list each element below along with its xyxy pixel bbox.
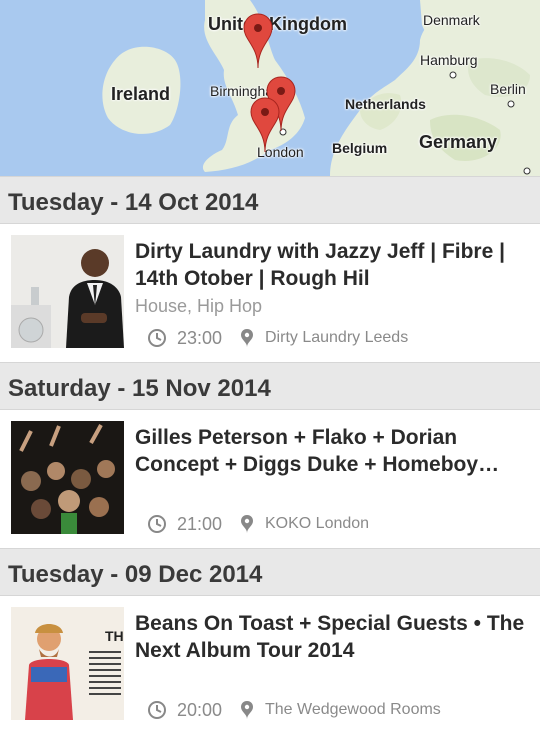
events-map[interactable]: United Kingdom Ireland Denmark Hamburg B… bbox=[0, 0, 540, 176]
event-venue[interactable]: Dirty Laundry Leeds bbox=[265, 329, 408, 347]
event-item[interactable]: Dirty Laundry with Jazzy Jeff | Fibre | … bbox=[0, 224, 540, 362]
event-item[interactable]: TH Beans On Toast + Special Guests • The… bbox=[0, 596, 540, 734]
event-thumbnail bbox=[11, 235, 124, 348]
event-thumbnail: TH bbox=[11, 607, 124, 720]
map-label-germany: Germany bbox=[419, 132, 498, 152]
location-pin-icon bbox=[241, 515, 253, 533]
clock-icon bbox=[148, 329, 166, 347]
map-label-united-kingdom: United Kingdom bbox=[208, 14, 347, 34]
location-pin-icon bbox=[241, 701, 253, 719]
event-meta: 20:00 The Wedgewood Rooms bbox=[147, 698, 441, 722]
event-title: Gilles Peterson + Flako + Dorian Concept… bbox=[135, 426, 500, 476]
map-marker-pin-icon[interactable] bbox=[249, 96, 281, 152]
map-label-berlin: Berlin bbox=[490, 81, 526, 97]
day-header: Saturday - 15 Nov 2014 bbox=[0, 362, 540, 410]
svg-text:TH: TH bbox=[105, 628, 124, 644]
map-label-belgium: Belgium bbox=[332, 140, 388, 156]
map-label-netherlands: Netherlands bbox=[345, 96, 426, 112]
event-venue[interactable]: KOKO London bbox=[265, 515, 369, 533]
event-title: Dirty Laundry with Jazzy Jeff | Fibre | … bbox=[135, 240, 505, 290]
event-time: 20:00 bbox=[177, 699, 223, 720]
location-pin-icon bbox=[241, 329, 253, 347]
event-title: Beans On Toast + Special Guests • The Ne… bbox=[135, 612, 525, 662]
day-header: Tuesday - 09 Dec 2014 bbox=[0, 548, 540, 596]
event-genre: House, Hip Hop bbox=[135, 296, 263, 316]
map-label-denmark: Denmark bbox=[423, 12, 480, 28]
map-label-hamburg: Hamburg bbox=[420, 52, 478, 68]
event-list: Tuesday - 14 Oct 2014 Dirty Laundry with… bbox=[0, 176, 540, 734]
event-meta: 23:00 Dirty Laundry Leeds bbox=[147, 326, 408, 350]
map-label-ireland: Ireland bbox=[111, 84, 171, 104]
event-meta: 21:00 KOKO London bbox=[147, 512, 369, 536]
event-time: 23:00 bbox=[177, 327, 223, 348]
event-venue[interactable]: The Wedgewood Rooms bbox=[265, 701, 441, 719]
day-header: Tuesday - 14 Oct 2014 bbox=[0, 176, 540, 224]
clock-icon bbox=[148, 701, 166, 719]
event-item[interactable]: Gilles Peterson + Flako + Dorian Concept… bbox=[0, 410, 540, 548]
event-time: 21:00 bbox=[177, 513, 223, 534]
event-thumbnail bbox=[11, 421, 124, 534]
clock-icon bbox=[148, 515, 166, 533]
map-marker-pin-icon[interactable] bbox=[242, 12, 274, 68]
